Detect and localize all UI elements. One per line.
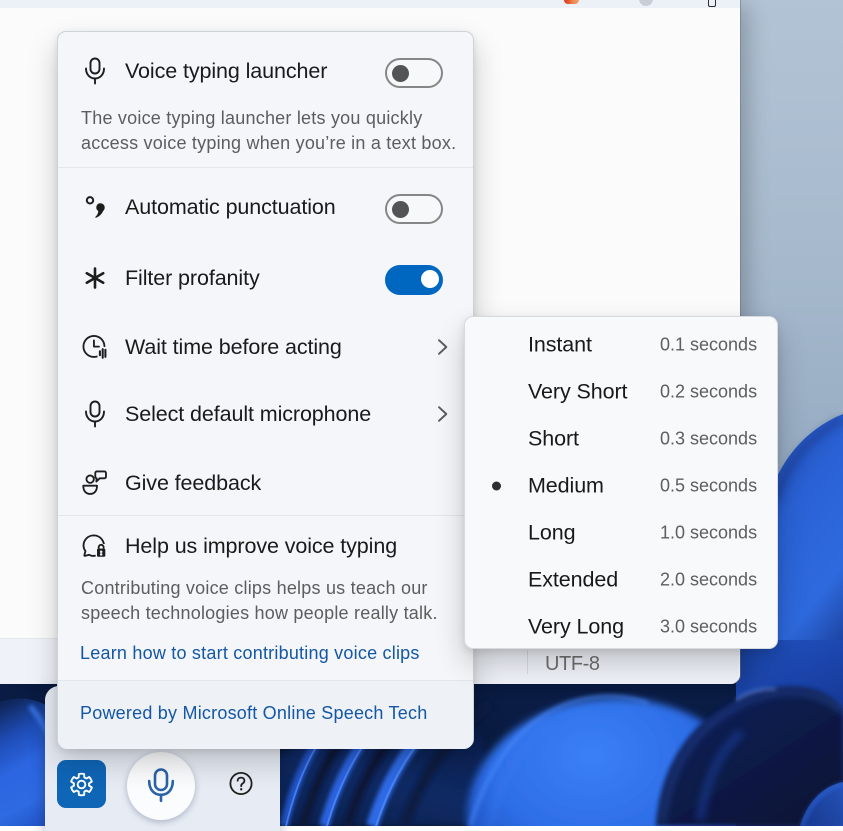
menu-item-select-microphone[interactable]: Select default microphone (58, 392, 473, 436)
titlebar-flame-icon (564, 0, 579, 4)
help-improve-title: Help us improve voice typing (125, 534, 397, 559)
powered-by-link[interactable]: Powered by Microsoft Online Speech Tech (80, 703, 427, 724)
voice-typing-launcher-toggle[interactable] (385, 58, 443, 88)
submenu-option-label: Short (528, 426, 579, 451)
selected-bullet (492, 481, 501, 490)
submenu-option-instant[interactable]: Instant 0.1 seconds (465, 321, 777, 368)
submenu-option-duration: 0.5 seconds (660, 475, 757, 496)
submenu-option-short[interactable]: Short 0.3 seconds (465, 415, 777, 462)
divider (58, 167, 473, 168)
menu-item-give-feedback[interactable]: Give feedback (58, 461, 473, 505)
microphone-button[interactable] (127, 752, 195, 820)
launcher-description: The voice typing launcher lets you quick… (81, 106, 463, 156)
menu-item-automatic-punctuation[interactable]: Automatic punctuation (58, 185, 473, 229)
filter-profanity-toggle[interactable] (385, 265, 443, 295)
submenu-option-very-long[interactable]: Very Long 3.0 seconds (465, 603, 777, 650)
submenu-option-duration: 3.0 seconds (660, 616, 757, 637)
menu-item-label: Filter profanity (125, 266, 260, 291)
chevron-right-icon (437, 405, 448, 423)
menu-item-label: Give feedback (125, 471, 261, 496)
submenu-option-duration: 1.0 seconds (660, 522, 757, 543)
learn-voice-clips-link[interactable]: Learn how to start contributing voice cl… (80, 643, 420, 664)
help-button[interactable] (229, 771, 253, 795)
person-feedback-icon (82, 470, 108, 496)
submenu-option-label: Very Long (528, 614, 624, 639)
submenu-option-label: Very Short (528, 379, 627, 404)
microphone-icon (82, 58, 108, 84)
menu-item-filter-profanity[interactable]: Filter profanity (58, 256, 473, 300)
menu-item-label: Select default microphone (125, 402, 371, 427)
submenu-option-very-short[interactable]: Very Short 0.2 seconds (465, 368, 777, 415)
submenu-option-duration: 0.3 seconds (660, 428, 757, 449)
menu-item-voice-typing-launcher[interactable]: Voice typing launcher (58, 49, 473, 93)
voice-typing-settings-flyout: Voice typing launcher The voice typing l… (57, 31, 474, 748)
punctuation-icon (82, 194, 108, 220)
menu-item-wait-time[interactable]: Wait time before acting (58, 325, 473, 369)
divider (58, 515, 473, 516)
menu-item-label: Voice typing launcher (125, 59, 327, 84)
toggle-knob (421, 270, 439, 288)
settings-button[interactable] (57, 760, 106, 808)
submenu-option-duration: 0.1 seconds (660, 334, 757, 355)
titlebar-avatar-circle (639, 0, 653, 6)
menu-item-label: Wait time before acting (125, 335, 342, 360)
submenu-option-extended[interactable]: Extended 2.0 seconds (465, 556, 777, 603)
automatic-punctuation-toggle[interactable] (385, 194, 443, 224)
submenu-option-duration: 2.0 seconds (660, 569, 757, 590)
microphone-icon (82, 401, 108, 427)
submenu-option-label: Extended (528, 567, 618, 592)
submenu-option-label: Medium (528, 473, 604, 498)
wait-time-submenu: Instant 0.1 seconds Very Short 0.2 secon… (464, 316, 778, 649)
titlebar-window-glyph (708, 0, 716, 7)
microphone-icon (144, 768, 178, 804)
submenu-option-medium[interactable]: Medium 0.5 seconds (465, 462, 777, 509)
gear-icon (69, 772, 94, 797)
statusbar-separator (527, 650, 528, 674)
flyout-footer: Powered by Microsoft Online Speech Tech (58, 680, 473, 749)
submenu-option-long[interactable]: Long 1.0 seconds (465, 509, 777, 556)
submenu-option-label: Long (528, 520, 575, 545)
chevron-right-icon (437, 338, 448, 356)
question-mark-icon (229, 771, 253, 796)
submenu-option-duration: 0.2 seconds (660, 381, 757, 402)
clock-bars-icon (82, 334, 108, 360)
help-improve-description: Contributing voice clips helps us teach … (81, 576, 463, 626)
submenu-option-label: Instant (528, 332, 592, 357)
chat-lock-icon (82, 533, 108, 559)
toggle-knob (392, 65, 409, 82)
menu-item-label: Automatic punctuation (125, 195, 336, 220)
toggle-knob (392, 201, 409, 218)
notepad-titlebar (0, 0, 740, 8)
asterisk-icon (82, 265, 108, 291)
help-improve-header: Help us improve voice typing (58, 524, 473, 568)
